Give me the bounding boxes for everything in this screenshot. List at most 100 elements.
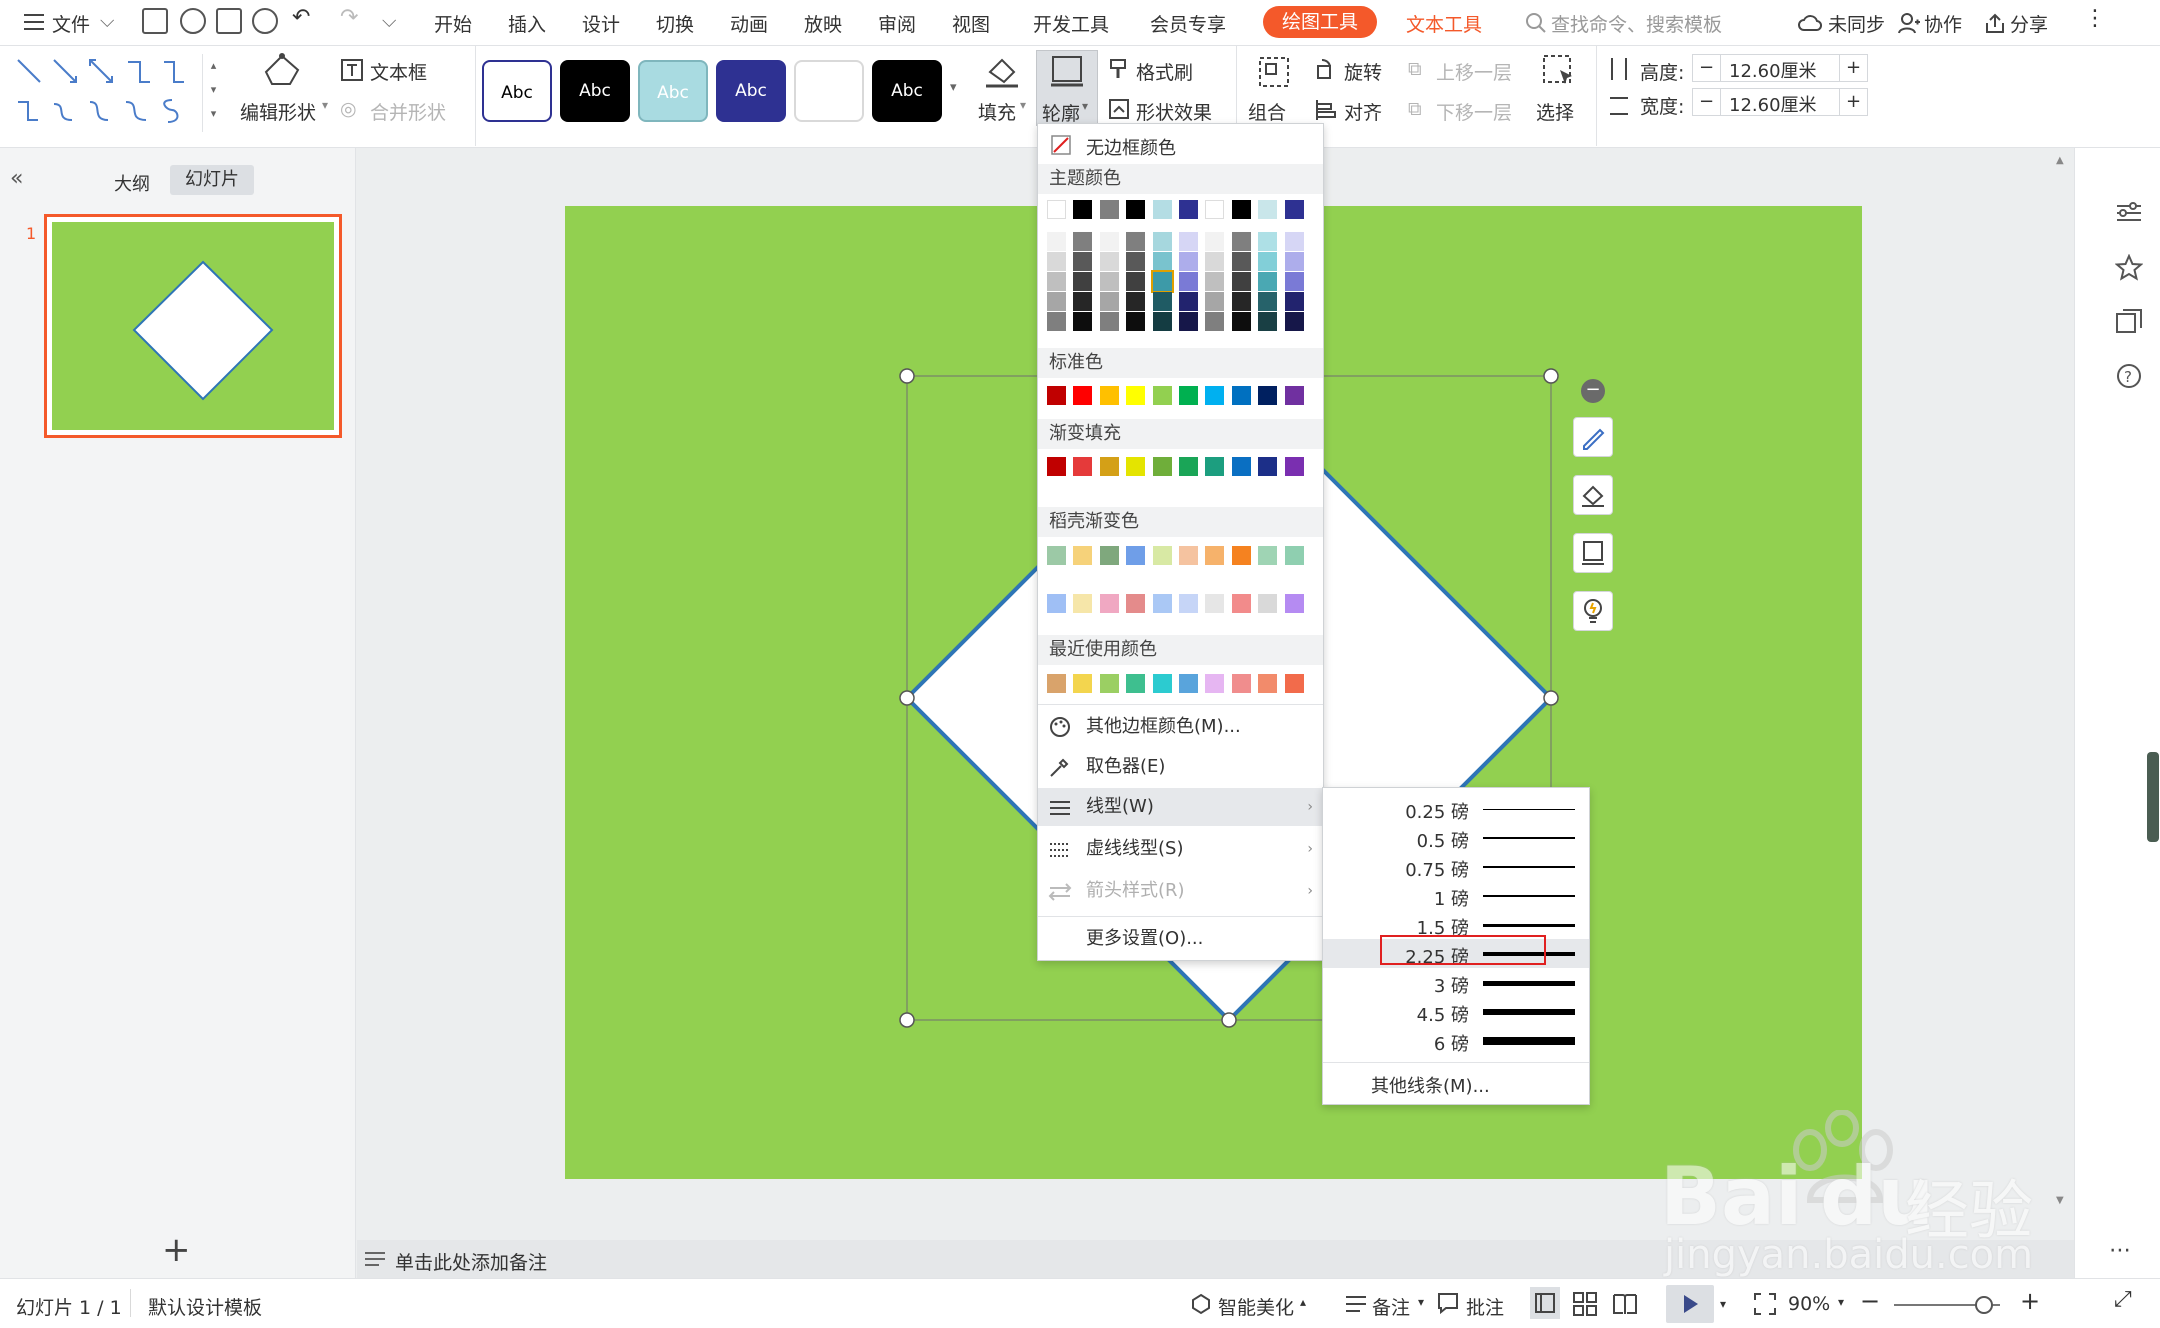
tab-member[interactable]: 会员专享	[1150, 10, 1226, 37]
gradient-swatch[interactable]	[1073, 594, 1093, 613]
shape-style-2[interactable]: Abc	[560, 60, 630, 122]
color-swatch[interactable]	[1258, 386, 1278, 405]
gradient-swatch[interactable]	[1231, 546, 1251, 565]
gradient-swatch[interactable]	[1152, 594, 1172, 613]
tab-transition[interactable]: 切换	[656, 10, 694, 37]
color-swatch[interactable]	[1231, 312, 1251, 331]
color-swatch[interactable]	[1047, 252, 1066, 271]
play-button[interactable]	[1666, 1285, 1714, 1323]
more-options-icon[interactable]: ⋯	[2109, 1238, 2131, 1263]
dash-style-option[interactable]: 虚线线型(S) ›	[1038, 830, 1323, 868]
color-swatch[interactable]	[1073, 272, 1093, 291]
more-lines-option[interactable]: 其他线条(M)...	[1371, 1072, 1490, 1098]
reading-view-icon[interactable]	[1612, 1291, 1638, 1317]
color-swatch[interactable]	[1099, 312, 1119, 331]
settings-sliders-icon[interactable]	[2115, 200, 2143, 226]
gradient-swatch[interactable]	[1258, 457, 1278, 476]
fit-window-icon[interactable]	[1752, 1291, 1778, 1317]
tab-view[interactable]: 视图	[952, 10, 990, 37]
beautify-button[interactable]: 智能美化	[1218, 1293, 1294, 1320]
line-style-option[interactable]: 线型(W) ›	[1038, 788, 1323, 826]
float-outline-icon[interactable]	[1573, 533, 1613, 573]
notes-placeholder[interactable]: 单击此处添加备注	[395, 1248, 547, 1275]
scroll-up-icon[interactable]: ▲	[2056, 155, 2064, 166]
gradient-swatch[interactable]	[1258, 594, 1278, 613]
color-swatch[interactable]	[1073, 674, 1093, 693]
undo-icon[interactable]: ↶	[292, 5, 310, 30]
gradient-swatch[interactable]	[1099, 457, 1119, 476]
gradient-swatch[interactable]	[1073, 546, 1093, 565]
color-swatch[interactable]	[1284, 200, 1304, 219]
shape-style-3[interactable]: Abc	[638, 60, 708, 122]
color-swatch[interactable]	[1205, 252, 1225, 271]
tab-drawing-tools[interactable]: 绘图工具	[1263, 6, 1377, 38]
color-swatch[interactable]	[1231, 232, 1251, 251]
zoom-in-icon[interactable]: +	[2020, 1287, 2040, 1315]
redo-icon[interactable]: ↷	[340, 5, 358, 30]
color-swatch[interactable]	[1126, 232, 1146, 251]
command-search[interactable]: 查找命令、搜索模板	[1551, 10, 1722, 37]
help-icon[interactable]: ?	[2115, 362, 2143, 390]
print-preview-icon[interactable]	[252, 8, 278, 34]
color-swatch[interactable]	[1099, 252, 1119, 271]
gradient-swatch[interactable]	[1099, 546, 1119, 565]
color-swatch[interactable]	[1284, 252, 1304, 271]
color-swatch[interactable]	[1047, 674, 1066, 693]
line-weight-item[interactable]: 0.5 磅	[1323, 823, 1589, 852]
more-border-colors-option[interactable]: 其他边框颜色(M)...	[1038, 708, 1323, 746]
color-swatch[interactable]	[1284, 674, 1304, 693]
gradient-swatch[interactable]	[1047, 594, 1066, 613]
gradient-swatch[interactable]	[1231, 594, 1251, 613]
color-swatch[interactable]	[1073, 252, 1093, 271]
color-swatch[interactable]	[1099, 272, 1119, 291]
zoom-level[interactable]: 90%	[1788, 1293, 1830, 1315]
color-swatch[interactable]	[1099, 232, 1119, 251]
color-swatch[interactable]	[1073, 232, 1093, 251]
color-swatch[interactable]	[1258, 200, 1278, 219]
sync-status[interactable]: 未同步	[1828, 10, 1885, 37]
tab-insert[interactable]: 插入	[508, 10, 546, 37]
color-swatch[interactable]	[1152, 252, 1172, 271]
color-swatch[interactable]	[1073, 312, 1093, 331]
color-swatch[interactable]	[1047, 312, 1066, 331]
color-swatch[interactable]	[1047, 386, 1066, 405]
color-swatch[interactable]	[1152, 312, 1172, 331]
color-swatch[interactable]	[1099, 200, 1119, 219]
color-swatch[interactable]	[1179, 292, 1198, 311]
tab-slides[interactable]: 幻灯片	[170, 165, 254, 195]
float-style-icon[interactable]	[1573, 417, 1613, 457]
color-swatch[interactable]	[1126, 386, 1146, 405]
rotate-button[interactable]: 旋转	[1344, 58, 1382, 85]
color-swatch[interactable]	[1231, 386, 1251, 405]
gradient-swatch[interactable]	[1179, 457, 1198, 476]
file-menu[interactable]: 文件	[52, 10, 90, 37]
color-swatch[interactable]	[1231, 674, 1251, 693]
color-swatch[interactable]	[1258, 292, 1278, 311]
gradient-swatch[interactable]	[1284, 594, 1304, 613]
line-weight-item[interactable]: 0.75 磅	[1323, 852, 1589, 881]
gradient-swatch[interactable]	[1284, 457, 1304, 476]
gradient-swatch[interactable]	[1205, 594, 1225, 613]
tab-animation[interactable]: 动画	[730, 10, 768, 37]
color-swatch[interactable]	[1179, 674, 1198, 693]
customize-qa-icon[interactable]: ⌵	[382, 10, 396, 32]
color-swatch[interactable]	[1152, 200, 1172, 219]
color-swatch[interactable]	[1231, 200, 1251, 219]
color-swatch[interactable]	[1099, 292, 1119, 311]
shape-style-6[interactable]: Abc	[872, 60, 942, 122]
scrollbar-thumb[interactable]	[2147, 752, 2159, 842]
color-swatch[interactable]	[1231, 292, 1251, 311]
color-swatch[interactable]	[1047, 232, 1066, 251]
share-button[interactable]: 分享	[2010, 10, 2048, 37]
height-spinner[interactable]: − 12.60厘米 +	[1692, 54, 1868, 82]
color-swatch[interactable]	[1179, 386, 1198, 405]
gradient-swatch[interactable]	[1047, 457, 1066, 476]
print-icon[interactable]	[216, 8, 242, 34]
group-button[interactable]: 组合	[1248, 98, 1286, 125]
color-swatch[interactable]	[1047, 272, 1066, 291]
color-swatch[interactable]	[1099, 674, 1119, 693]
gradient-swatch[interactable]	[1126, 594, 1146, 613]
color-swatch[interactable]	[1205, 200, 1225, 219]
color-swatch[interactable]	[1258, 232, 1278, 251]
template-name[interactable]: 默认设计模板	[148, 1293, 262, 1320]
